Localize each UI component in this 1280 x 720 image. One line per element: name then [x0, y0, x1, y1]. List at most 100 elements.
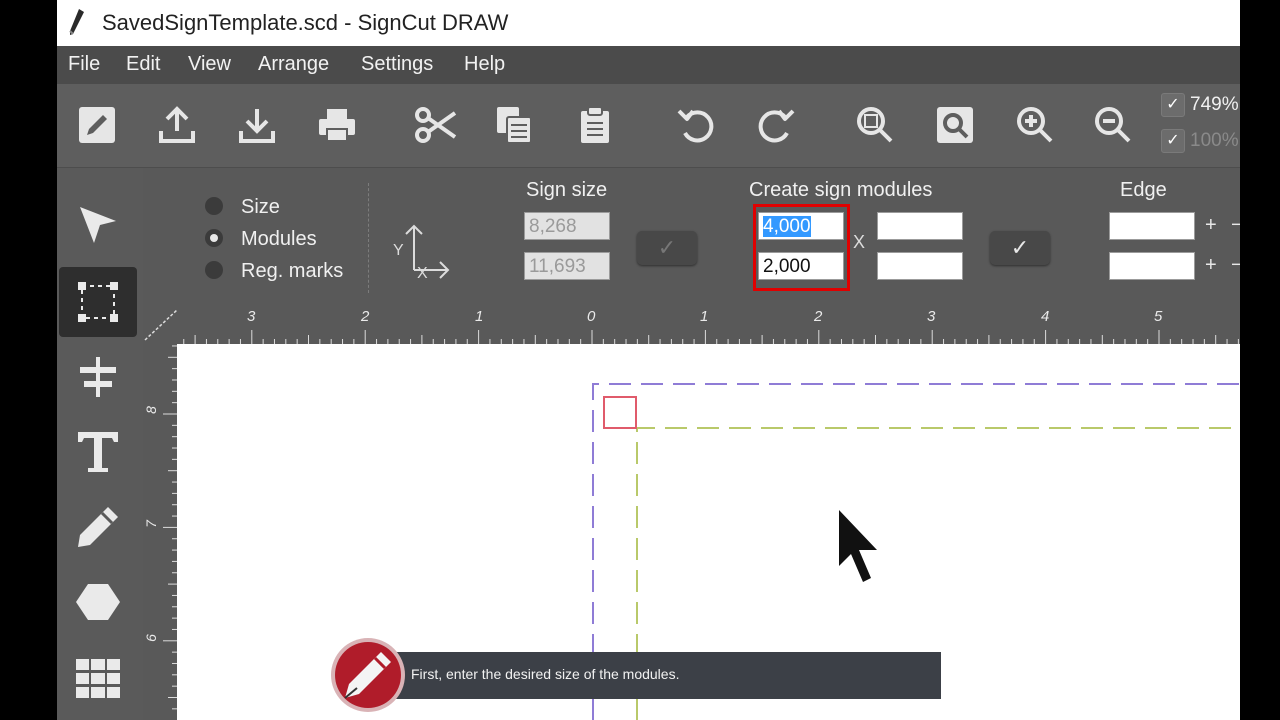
edit-button[interactable] — [74, 102, 120, 148]
undo-button[interactable] — [674, 102, 720, 148]
export-icon — [159, 106, 195, 143]
hexagon-icon — [76, 584, 120, 620]
sign-height-field: 11,693 — [524, 252, 610, 280]
ruler-label-3-left: 3 — [247, 308, 256, 325]
vertical-ruler: 8 7 6 — [143, 344, 177, 720]
ruler-label-2-left: 2 — [361, 308, 370, 325]
pencil-icon — [78, 507, 118, 547]
copy-button[interactable] — [492, 102, 538, 148]
paste-button[interactable] — [572, 102, 618, 148]
radio-modules[interactable] — [205, 229, 223, 247]
title-bar: SavedSignTemplate.scd - SignCut DRAW — [57, 0, 1240, 46]
zoom-secondary-value: 100% — [1190, 130, 1239, 151]
ruler-label-3: 3 — [927, 308, 936, 325]
mouse-cursor-icon — [839, 510, 877, 582]
menu-file[interactable]: File — [68, 53, 100, 76]
redo-button[interactable] — [752, 102, 798, 148]
menu-arrange[interactable]: Arrange — [258, 53, 329, 76]
zoom-secondary-checkbox[interactable]: ✓ — [1161, 129, 1185, 153]
text-tool[interactable] — [59, 417, 137, 487]
ruler-label-2: 2 — [814, 308, 823, 325]
zoom-fit-button[interactable] — [852, 102, 898, 148]
grid-tool[interactable] — [59, 644, 137, 714]
import-button[interactable] — [234, 102, 280, 148]
polygon-tool[interactable] — [59, 567, 137, 637]
edge-field-2[interactable] — [1109, 252, 1195, 280]
edge-plus-button-2[interactable]: + — [1205, 254, 1219, 277]
zoom-primary-value: 749% — [1190, 94, 1239, 115]
menu-edit[interactable]: Edit — [126, 53, 160, 76]
tooltip-text: First, enter the desired size of the mod… — [411, 666, 680, 682]
radio-size-label[interactable]: Size — [241, 196, 280, 219]
highlight-frame — [753, 204, 850, 291]
radio-modules-label[interactable]: Modules — [241, 228, 317, 251]
sign-size-apply-button[interactable]: ✓ — [637, 231, 697, 265]
ruler-label-1: 1 — [700, 308, 709, 325]
align-icon — [80, 357, 116, 397]
pencil-tool[interactable] — [59, 492, 137, 562]
edge-plus-button-1[interactable]: + — [1205, 214, 1219, 237]
registration-mark — [603, 396, 637, 429]
select-arrow-icon — [80, 207, 116, 243]
zoom-in-icon — [1017, 107, 1053, 143]
copy-icon — [497, 107, 532, 144]
window-title: SavedSignTemplate.scd - SignCut DRAW — [102, 10, 509, 35]
zoom-in-button[interactable] — [1012, 102, 1058, 148]
separator — [368, 183, 369, 293]
zoom-out-button[interactable] — [1090, 102, 1136, 148]
align-tool[interactable] — [59, 342, 137, 412]
modules-times-symbol: X — [853, 232, 866, 252]
ruler-label-8: 8 — [142, 406, 159, 414]
edge-heading: Edge — [1120, 179, 1167, 201]
main-toolbar: ✓ 749% ✓ 100% — [57, 84, 1240, 168]
pen-icon — [65, 7, 87, 37]
ruler-label-0: 0 — [587, 308, 596, 325]
ruler-label-5: 5 — [1154, 308, 1163, 325]
edge-field-1[interactable] — [1109, 212, 1195, 240]
cut-button[interactable] — [412, 102, 458, 148]
menu-help[interactable]: Help — [464, 53, 505, 76]
sign-size-heading: Sign size — [526, 179, 608, 201]
ruler-label-6: 6 — [142, 634, 159, 642]
module-extra-field-1[interactable] — [877, 212, 963, 240]
node-edit-tool[interactable] — [59, 267, 137, 337]
module-extra-field-2[interactable] — [877, 252, 963, 280]
horizontal-ruler: 3 2 1 0 1 2 3 4 5 — [143, 302, 1240, 344]
modules-apply-button[interactable]: ✓ — [990, 231, 1050, 265]
pen-icon — [344, 652, 391, 699]
menu-view[interactable]: View — [188, 53, 231, 76]
undo-icon — [677, 109, 714, 143]
tool-palette — [57, 168, 143, 720]
node-edit-icon — [78, 282, 118, 322]
select-tool[interactable] — [59, 190, 137, 260]
menu-bar: File Edit View Arrange Settings Help — [57, 46, 1240, 84]
edge-minus-button-1[interactable]: − — [1231, 214, 1240, 237]
radio-reg-marks-label[interactable]: Reg. marks — [241, 260, 343, 283]
cut-icon — [415, 107, 457, 143]
zoom-page-button[interactable] — [932, 102, 978, 148]
ruler-ticks-vertical — [163, 345, 177, 710]
text-icon — [78, 432, 118, 472]
radio-size[interactable] — [205, 197, 223, 215]
grid-icon — [76, 659, 120, 698]
import-icon — [239, 109, 275, 143]
export-button[interactable] — [154, 102, 200, 148]
menu-settings[interactable]: Settings — [361, 53, 433, 76]
tutorial-badge — [335, 642, 401, 708]
zoom-page-icon — [937, 107, 973, 143]
ruler-ticks — [144, 309, 1239, 344]
ruler-label-4: 4 — [1041, 308, 1050, 325]
radio-reg-marks[interactable] — [205, 261, 223, 279]
print-icon — [319, 109, 355, 142]
axis-x-label: X — [417, 265, 428, 282]
print-button[interactable] — [314, 102, 360, 148]
zoom-out-icon — [1095, 107, 1131, 143]
paste-icon — [581, 106, 609, 143]
zoom-fit-icon — [857, 107, 893, 143]
axis-y-label: Y — [393, 242, 404, 259]
edge-minus-button-2[interactable]: − — [1231, 254, 1240, 277]
tutorial-tooltip: First, enter the desired size of the mod… — [340, 652, 941, 699]
ruler-label-1-left: 1 — [475, 308, 484, 325]
ruler-label-7: 7 — [142, 520, 159, 528]
zoom-primary-checkbox[interactable]: ✓ — [1161, 93, 1185, 117]
